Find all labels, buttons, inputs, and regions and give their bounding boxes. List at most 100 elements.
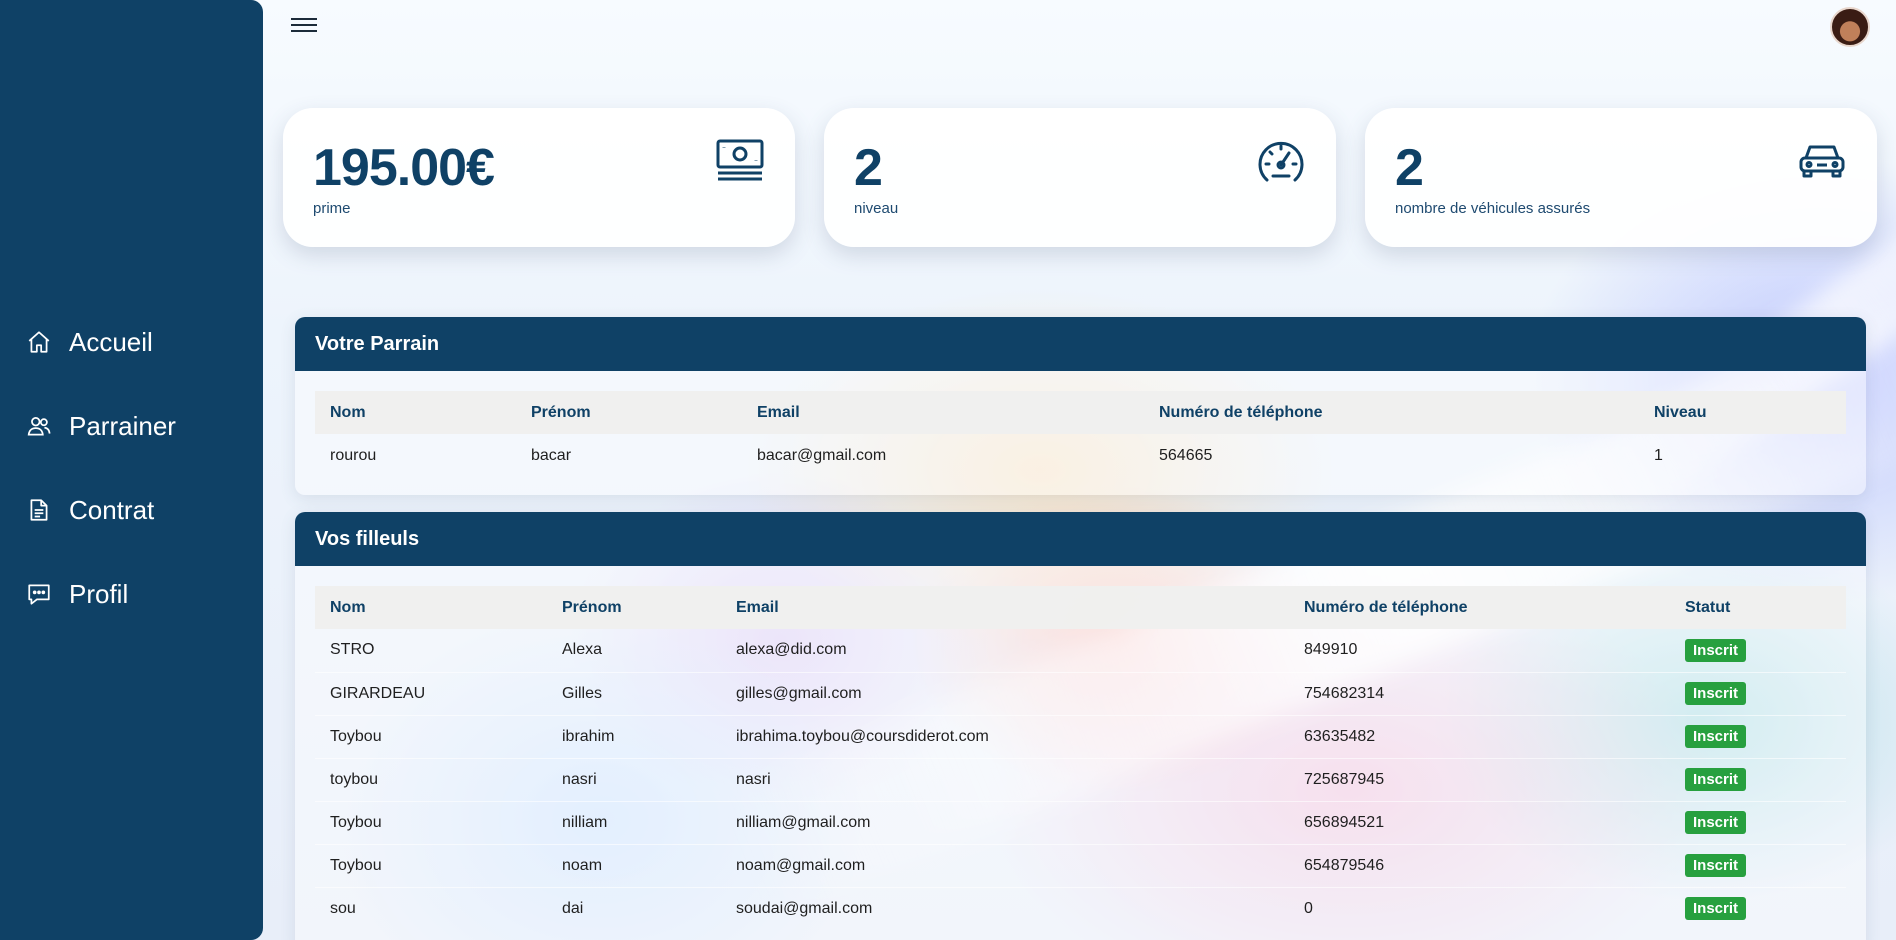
cell-nom: rourou [330, 446, 377, 464]
column-header: Numéro de téléphone [1159, 403, 1323, 421]
table-row: sou dai soudai@gmail.com 0 Inscrit [315, 886, 1846, 930]
cell-prenom: Alexa [562, 641, 603, 659]
column-header: Email [736, 598, 779, 616]
table-row: Toybou ibrahim ibrahima.toybou@coursdide… [315, 714, 1846, 758]
cell-nom: sou [315, 886, 547, 930]
document-icon [26, 497, 52, 523]
banknote-icon [715, 138, 765, 184]
cell-email: noam@gmail.com [721, 843, 1289, 887]
stat-value: 2 [854, 139, 883, 197]
cell-telephone: 564665 [1159, 446, 1213, 464]
cell-email: ibrahima.toybou@coursdiderot.com [721, 714, 1289, 758]
sidebar-item-accueil[interactable]: Accueil [0, 300, 263, 384]
table-header-row: Nom Prénom Email Numéro de téléphone Sta… [315, 586, 1846, 629]
filleuls-table: Nom Prénom Email Numéro de téléphone Sta… [315, 586, 1846, 930]
cell-nom: Toybou [315, 800, 547, 844]
cell-email: gilles@gmail.com [721, 671, 1289, 715]
cell-prenom: ibrahim [547, 714, 721, 758]
cell-telephone: 63635482 [1289, 714, 1670, 758]
status-badge: Inscrit [1685, 811, 1747, 834]
status-badge: Inscrit [1685, 725, 1747, 748]
car-icon [1797, 138, 1847, 184]
stat-label: niveau [854, 200, 899, 217]
hamburger-menu-icon[interactable] [291, 18, 317, 38]
stat-value: 195.00€ [313, 139, 495, 197]
status-badge: Inscrit [1685, 682, 1747, 705]
cell-prenom: noam [547, 843, 721, 887]
sidebar-item-label: Profil [69, 578, 129, 609]
table-row: Toybou noam noam@gmail.com 654879546 Ins… [315, 843, 1846, 887]
cell-statut: Inscrit [1670, 757, 1846, 801]
status-badge: Inscrit [1685, 638, 1747, 662]
sidebar-item-profil[interactable]: Profil [0, 552, 263, 636]
cell-email: nilliam@gmail.com [721, 800, 1289, 844]
stat-card-vehicules: 2 nombre de véhicules assurés [1365, 108, 1877, 247]
cell-niveau: 1 [1654, 446, 1663, 464]
table-row: rourou bacar bacar@gmail.com 564665 1 [315, 434, 1846, 477]
cell-telephone: 0 [1289, 886, 1670, 930]
table-header-row: Nom Prénom Email Numéro de téléphone Niv… [315, 391, 1846, 434]
status-badge: Inscrit [1685, 897, 1747, 921]
cell-statut: Inscrit [1670, 886, 1846, 930]
stat-card-niveau: 2 niveau [824, 108, 1336, 247]
table-row: Toybou nilliam nilliam@gmail.com 6568945… [315, 800, 1846, 844]
speedometer-icon [1256, 138, 1306, 184]
sidebar-item-label: Accueil [69, 326, 153, 357]
cell-email: alexa@did.com [736, 641, 847, 659]
filleuls-panel: Vos filleuls Nom Prénom Email Numéro de … [295, 512, 1866, 940]
sidebar: Accueil Parrainer Contrat Profil [0, 0, 263, 940]
table-row: toybou nasri nasri 725687945 Inscrit [315, 757, 1846, 801]
cell-telephone: 725687945 [1289, 757, 1670, 801]
sidebar-item-contrat[interactable]: Contrat [0, 468, 263, 552]
stat-label: nombre de véhicules assurés [1395, 200, 1591, 217]
parrain-panel: Votre Parrain Nom Prénom Email Numéro de… [295, 317, 1866, 495]
status-badge: Inscrit [1685, 854, 1747, 877]
column-header: Statut [1685, 598, 1731, 616]
sidebar-item-label: Parrainer [69, 410, 176, 441]
cell-telephone: 849910 [1304, 641, 1358, 659]
cell-prenom: nasri [547, 757, 721, 801]
home-icon [26, 329, 52, 355]
cell-nom: GIRARDEAU [315, 671, 547, 715]
cell-statut: Inscrit [1670, 800, 1846, 844]
cell-telephone: 654879546 [1289, 843, 1670, 887]
cell-nom: STRO [330, 641, 375, 659]
cell-telephone: 754682314 [1289, 671, 1670, 715]
chat-icon [26, 581, 52, 607]
sidebar-nav: Accueil Parrainer Contrat Profil [0, 300, 263, 636]
cell-email: nasri [721, 757, 1289, 801]
stat-card-prime: 195.00€ prime [283, 108, 795, 247]
cell-nom: Toybou [315, 714, 547, 758]
table-row: GIRARDEAU Gilles gilles@gmail.com 754682… [315, 671, 1846, 715]
column-header: Email [757, 403, 800, 421]
column-header: Nom [330, 403, 366, 421]
panel-title: Votre Parrain [295, 317, 1866, 371]
cell-email: bacar@gmail.com [757, 446, 887, 464]
column-header: Nom [330, 598, 366, 616]
parrain-table: Nom Prénom Email Numéro de téléphone Niv… [315, 391, 1846, 477]
column-header: Prénom [531, 403, 591, 421]
cell-nom: Toybou [315, 843, 547, 887]
panel-title: Vos filleuls [295, 512, 1866, 566]
column-header: Prénom [562, 598, 622, 616]
column-header: Numéro de téléphone [1304, 598, 1468, 616]
stat-value: 2 [1395, 139, 1424, 197]
table-row: STRO Alexa alexa@did.com 849910 Inscrit [315, 629, 1846, 672]
cell-prenom: bacar [531, 446, 572, 464]
cell-prenom: nilliam [547, 800, 721, 844]
sidebar-item-label: Contrat [69, 494, 155, 525]
user-avatar[interactable] [1830, 7, 1870, 47]
cell-telephone: 656894521 [1289, 800, 1670, 844]
cell-statut: Inscrit [1670, 714, 1846, 758]
cell-statut: Inscrit [1670, 671, 1846, 715]
top-bar [263, 0, 1896, 60]
sidebar-item-parrainer[interactable]: Parrainer [0, 384, 263, 468]
column-header: Niveau [1654, 403, 1707, 421]
cell-prenom: dai [547, 886, 721, 930]
cell-statut: Inscrit [1670, 629, 1846, 672]
users-icon [26, 413, 52, 439]
cell-statut: Inscrit [1670, 843, 1846, 887]
cell-nom: toybou [315, 757, 547, 801]
cell-email: soudai@gmail.com [721, 886, 1289, 930]
stat-label: prime [313, 200, 351, 217]
